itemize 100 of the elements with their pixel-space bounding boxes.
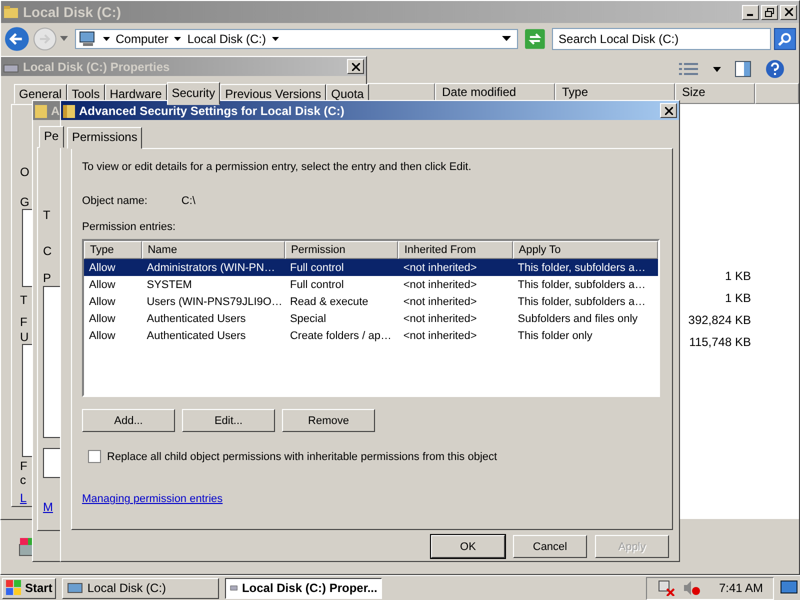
tab[interactable]: Pe <box>39 126 64 148</box>
folder-icon <box>3 4 19 20</box>
folder-icon <box>63 104 75 118</box>
computer-icon <box>78 31 97 47</box>
taskbar-button[interactable]: Local Disk (C:) <box>62 578 220 598</box>
object-name: C:\ <box>181 195 196 207</box>
close-icon <box>352 62 360 70</box>
refresh-icon[interactable] <box>524 29 545 49</box>
file-size: 1 KB <box>724 291 751 305</box>
label: c <box>20 473 26 487</box>
network-icon[interactable] <box>656 580 675 596</box>
back-icon[interactable] <box>4 26 30 52</box>
table-row[interactable]: Allow Authenticated Users Special <not inherited> Subfolders and files only <box>84 310 658 327</box>
button[interactable]: Add... <box>82 409 175 432</box>
label: T <box>43 208 50 222</box>
link[interactable]: L <box>20 491 27 505</box>
table-cell-text: <not inherited> <box>402 296 478 308</box>
close-icon <box>664 106 672 114</box>
search-button[interactable] <box>774 28 796 50</box>
table-cell-text: Read & execute <box>288 296 370 308</box>
table-cell-text: Allow <box>88 330 116 342</box>
label: F <box>20 315 28 329</box>
preview-pane-icon[interactable] <box>735 61 751 77</box>
label: T <box>20 293 28 307</box>
checkbox-label[interactable]: Replace all child object permissions with inheritable permissions from this object <box>107 450 498 462</box>
table-row[interactable]: Allow Authenticated Users Create folders / ap… <not inherited> This folder only <box>84 327 658 344</box>
label: Object name: <box>82 195 148 207</box>
caret-icon[interactable] <box>174 36 182 42</box>
views-icon[interactable] <box>679 62 699 76</box>
computer-icon <box>67 581 84 595</box>
caret-icon[interactable] <box>272 36 279 42</box>
column-header[interactable]: Apply To <box>512 241 658 259</box>
tab[interactable]: Permissions <box>67 127 142 149</box>
column-header[interactable]: Inherited From <box>398 241 513 259</box>
windows-logo-icon <box>6 580 22 596</box>
table-cell-text: <not inherited> <box>402 312 478 324</box>
search-field[interactable]: Search Local Disk (C:) <box>552 28 772 50</box>
link[interactable]: M <box>43 500 53 514</box>
instruction-text: To view or edit details for a permission entry, select the entry and then click Edit. <box>82 161 472 173</box>
table-cell-text: <not inherited> <box>402 330 478 342</box>
taskbar-button[interactable]: Local Disk (C:) Proper... <box>225 578 382 598</box>
speaker-icon[interactable] <box>682 580 701 596</box>
file-size: 392,824 KB <box>688 313 751 327</box>
link[interactable]: Managing permission entries <box>82 493 223 505</box>
help-icon[interactable] <box>765 59 785 79</box>
table-cell-text: Allow <box>88 296 116 308</box>
button[interactable]: Remove <box>282 409 375 432</box>
label: Permission entries: <box>82 221 177 233</box>
label: O <box>20 165 30 179</box>
column-header[interactable]: Name <box>142 241 285 259</box>
table-cell-text: <not inherited> <box>402 262 478 274</box>
tab[interactable]: Security <box>166 82 220 105</box>
window-title: Advanced Security Settings for Local Disk (C:) <box>79 104 344 118</box>
window-title: Local Disk (C:) <box>23 4 122 20</box>
table-row[interactable]: Allow Users (WIN-PNS79JLI9O… Read & execute <not inherited> This folder, subfolders a… <box>84 293 658 310</box>
table-cell-text: Authenticated Users <box>146 312 247 324</box>
label: G <box>20 195 30 209</box>
table-cell-text: This folder, subfolders a… <box>516 262 647 274</box>
file-size: 1 KB <box>724 269 751 283</box>
file-size: 115,748 KB <box>689 335 751 349</box>
close-button[interactable] <box>660 103 677 118</box>
column-header[interactable] <box>755 83 799 104</box>
folder-icon <box>35 104 47 118</box>
label: F <box>20 459 28 473</box>
table-cell-text: Allow <box>88 278 116 290</box>
table-cell-text: Create folders / ap… <box>288 330 392 342</box>
desktop-icon[interactable] <box>780 580 798 596</box>
caret-icon[interactable] <box>713 66 721 72</box>
label: P <box>43 271 52 285</box>
caret-icon[interactable] <box>502 36 511 42</box>
table-cell-text: <not inherited> <box>402 278 478 290</box>
column-header[interactable]: Size <box>675 83 755 104</box>
breadcrumb-item[interactable]: Computer <box>116 32 168 46</box>
breadcrumb-item[interactable]: Local Disk (C:) <box>187 32 266 46</box>
address-bar[interactable]: Computer Local Disk (C:) <box>74 29 518 49</box>
start-button[interactable]: Start <box>2 578 56 598</box>
table-row[interactable]: Allow SYSTEM Full control <not inherited> This folder, subfolders a… <box>84 276 658 293</box>
column-header[interactable]: Type <box>84 241 142 259</box>
table-cell-text: Full control <box>288 278 345 290</box>
table-cell-text: Authenticated Users <box>146 330 247 342</box>
table-cell-text: Allow <box>88 262 116 274</box>
table-cell-text: This folder, subfolders a… <box>516 278 647 290</box>
table-cell-text: Allow <box>88 312 116 324</box>
table-cell-text: Special <box>288 312 328 324</box>
label: C <box>43 244 52 258</box>
table-cell-text: Administrators (WIN-PN… <box>146 262 276 274</box>
table-cell-text: Users (WIN-PNS79JLI9O… <box>146 296 284 308</box>
caret-icon[interactable] <box>102 36 110 42</box>
label: U <box>20 330 29 344</box>
restore-icon <box>765 8 774 16</box>
column-header[interactable]: Permission <box>284 241 398 259</box>
button[interactable]: Edit... <box>182 409 275 432</box>
table-cell-text: Full control <box>288 262 345 274</box>
clock: 7:41 AM <box>718 581 763 595</box>
table-cell-text: This folder, subfolders a… <box>516 296 647 308</box>
button[interactable]: Cancel <box>513 535 587 558</box>
checkbox[interactable] <box>88 450 101 463</box>
window-title: Local Disk (C:) Properties <box>23 60 170 74</box>
table-row[interactable]: Allow Administrators (WIN-PN… Full control <not inherited> This folder, subfolders a… <box>84 259 658 276</box>
button[interactable]: OK <box>431 535 505 558</box>
